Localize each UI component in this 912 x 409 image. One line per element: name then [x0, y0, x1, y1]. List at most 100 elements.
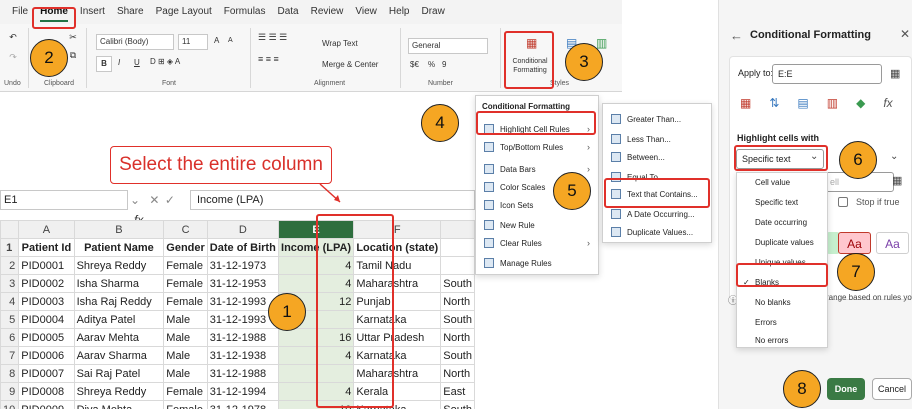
cell[interactable]: Aditya Patel: [73, 310, 165, 329]
tab-share[interactable]: Share: [111, 0, 150, 24]
row-header[interactable]: 4: [0, 292, 20, 311]
align-left-icon[interactable]: ≡ ≡ ≡: [258, 54, 279, 64]
highlight-rule-icon[interactable]: ▦: [740, 96, 751, 110]
cell[interactable]: Male: [163, 328, 208, 347]
tab-formulas[interactable]: Formulas: [218, 0, 272, 24]
cell[interactable]: North: [440, 328, 475, 347]
tab-draw[interactable]: Draw: [415, 0, 450, 24]
cell[interactable]: PID0005: [18, 328, 75, 347]
cell[interactable]: Aarav Mehta: [73, 328, 165, 347]
cell[interactable]: Isha Sharma: [73, 274, 165, 293]
dropdown-option[interactable]: Date occurring: [737, 213, 827, 233]
cell[interactable]: PID0001: [18, 256, 75, 275]
cell[interactable]: 31-12-1973: [206, 256, 279, 275]
dropdown-option[interactable]: No blanks: [737, 293, 827, 313]
range-picker-icon[interactable]: ▦: [892, 174, 902, 187]
comma-button[interactable]: 9: [442, 60, 446, 69]
column-header[interactable]: A: [18, 220, 75, 239]
cell[interactable]: PID0007: [18, 364, 75, 383]
merge-center-button[interactable]: Merge & Center: [322, 60, 378, 69]
header-cell[interactable]: Patient Name: [73, 238, 165, 257]
underline-button[interactable]: U: [134, 58, 140, 67]
dropdown-option[interactable]: No errors: [737, 331, 827, 351]
wrap-text-button[interactable]: Wrap Text: [322, 39, 358, 48]
header-cell[interactable]: Gender: [163, 238, 208, 257]
cell[interactable]: [440, 238, 475, 257]
cell[interactable]: [440, 256, 475, 275]
row-header[interactable]: 5: [0, 310, 20, 329]
cell[interactable]: Shreya Reddy: [73, 256, 165, 275]
copy-icon[interactable]: ⧉: [66, 48, 80, 62]
column-header[interactable]: C: [163, 220, 208, 239]
row-header[interactable]: 6: [0, 328, 20, 347]
cell[interactable]: South: [440, 310, 475, 329]
tab-data[interactable]: Data: [271, 0, 304, 24]
cell[interactable]: Aarav Sharma: [73, 346, 165, 365]
header-cell[interactable]: Date of Birth: [206, 238, 279, 257]
cell[interactable]: South: [440, 400, 475, 409]
cell[interactable]: 31-12-1994: [206, 382, 279, 401]
percent-button[interactable]: %: [428, 60, 435, 69]
cell[interactable]: South: [440, 346, 475, 365]
formula-input[interactable]: Income (LPA): [190, 190, 475, 210]
close-icon[interactable]: ✕: [900, 27, 910, 41]
redo-icon[interactable]: ↷: [6, 50, 20, 64]
tab-view[interactable]: View: [349, 0, 383, 24]
cell[interactable]: 31-12-1988: [206, 364, 279, 383]
cell[interactable]: 31-12-1988: [206, 328, 279, 347]
cell[interactable]: Male: [163, 364, 208, 383]
row-header[interactable]: 2: [0, 256, 20, 275]
cell[interactable]: Female: [163, 382, 208, 401]
row-header[interactable]: 9: [0, 382, 20, 401]
cell[interactable]: Female: [163, 400, 208, 409]
style-preset-custom[interactable]: Aa: [876, 232, 909, 254]
menu-item-manage-rules[interactable]: Manage Rules: [476, 252, 598, 274]
align-top-icon[interactable]: ☰ ☰ ☰: [258, 32, 287, 43]
submenu-item-greater-than[interactable]: Greater Than...: [603, 108, 711, 130]
number-format-select[interactable]: General: [408, 38, 488, 54]
tab-file[interactable]: File: [6, 0, 34, 24]
cell[interactable]: South: [440, 274, 475, 293]
cell[interactable]: PID0004: [18, 310, 75, 329]
stop-if-true-checkbox[interactable]: [838, 197, 848, 207]
cancel-button[interactable]: Cancel: [872, 378, 912, 400]
back-arrow-icon[interactable]: ←: [730, 28, 743, 43]
cell[interactable]: North: [440, 292, 475, 311]
undo-icon[interactable]: ↶: [6, 30, 20, 44]
dropdown-option[interactable]: Cell value: [737, 173, 827, 193]
cell[interactable]: Shreya Reddy: [73, 382, 165, 401]
row-header[interactable]: 7: [0, 346, 20, 365]
cut-icon[interactable]: ✂: [66, 30, 80, 44]
dropdown-option[interactable]: Specific text: [737, 193, 827, 213]
top-bottom-rule-icon[interactable]: ⇅: [769, 96, 779, 110]
cell[interactable]: 31-12-1978: [206, 400, 279, 409]
submenu-item-between[interactable]: Between...: [603, 146, 711, 168]
cell[interactable]: PID0009: [18, 400, 75, 409]
cell[interactable]: North: [440, 364, 475, 383]
dropdown-option[interactable]: Duplicate values: [737, 233, 827, 253]
font-color-icon[interactable]: D ⊞ ◈ A: [150, 57, 180, 66]
icon-set-rule-icon[interactable]: ◆: [856, 96, 865, 110]
row-header[interactable]: 8: [0, 364, 20, 383]
shrink-font-button[interactable]: A: [228, 37, 233, 44]
cell[interactable]: Sai Raj Patel: [73, 364, 165, 383]
row-header[interactable]: 10: [0, 400, 20, 409]
bold-button[interactable]: B: [96, 56, 112, 72]
formula-rule-icon[interactable]: fx: [883, 96, 892, 110]
font-size-select[interactable]: 11: [178, 34, 208, 50]
submenu-item-duplicate-values[interactable]: Duplicate Values...: [603, 221, 711, 243]
currency-button[interactable]: $€: [410, 60, 419, 69]
menu-item-top-bottom-rules[interactable]: Top/Bottom Rules ›: [476, 136, 598, 158]
cell[interactable]: 31-12-1938: [206, 346, 279, 365]
range-picker-icon[interactable]: ▦: [890, 67, 900, 80]
cell[interactable]: Female: [163, 274, 208, 293]
chevron-down-icon[interactable]: ⌄: [130, 193, 140, 207]
cell[interactable]: East: [440, 382, 475, 401]
row-header[interactable]: 3: [0, 274, 20, 293]
tab-help[interactable]: Help: [383, 0, 416, 24]
name-box[interactable]: E1: [0, 190, 128, 210]
grow-font-button[interactable]: A: [214, 36, 219, 45]
cell[interactable]: PID0003: [18, 292, 75, 311]
data-bar-rule-icon[interactable]: ▤: [797, 96, 808, 110]
cell[interactable]: PID0002: [18, 274, 75, 293]
